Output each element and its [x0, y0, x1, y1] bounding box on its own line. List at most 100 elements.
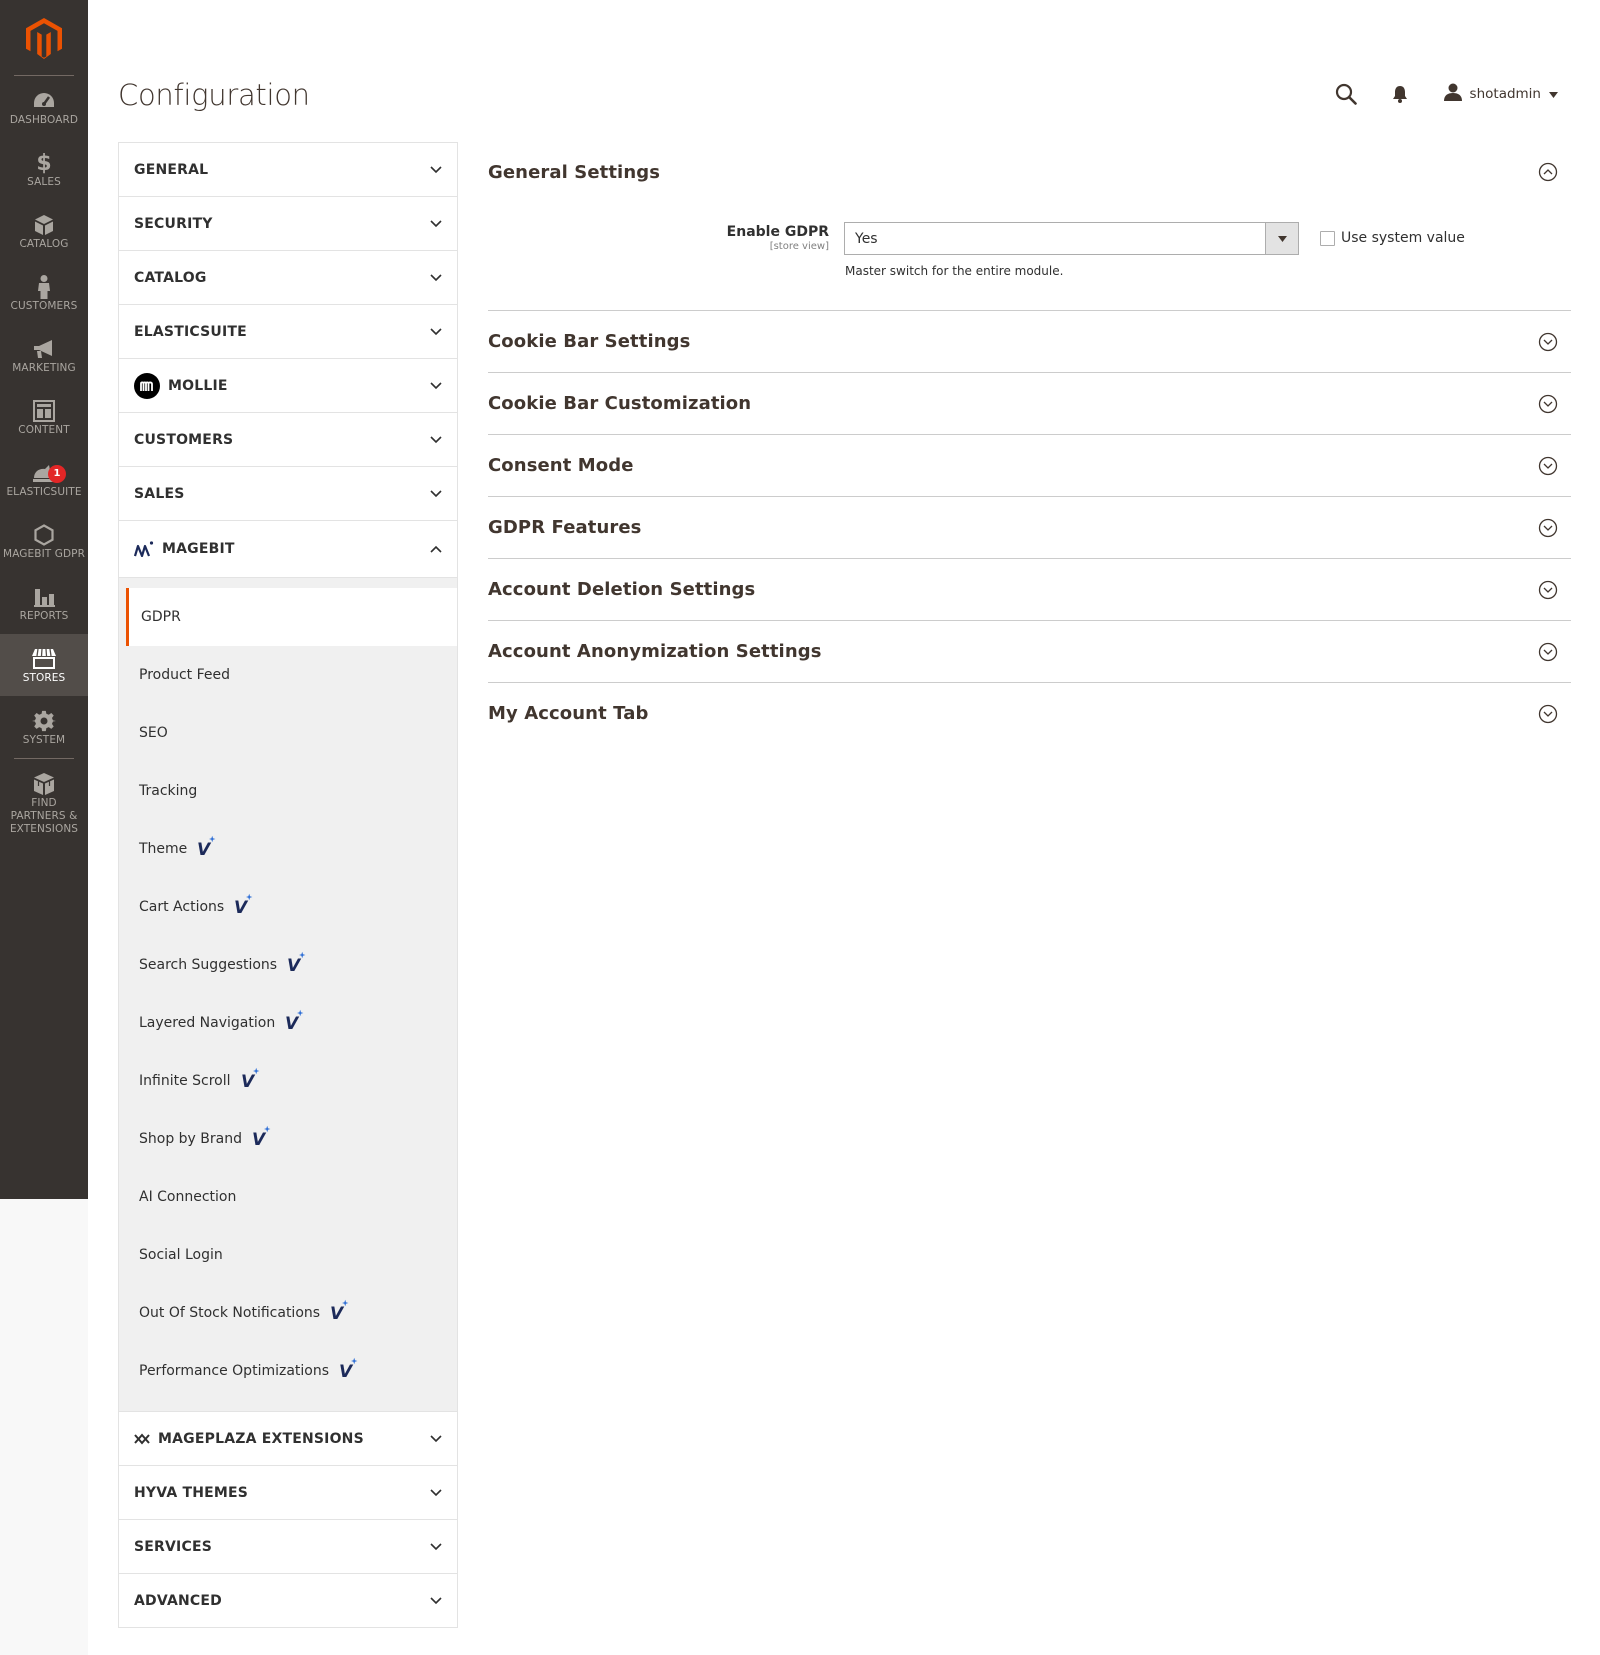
- menu-item-catalog[interactable]: CATALOG: [0, 200, 88, 262]
- tab-hyva-themes[interactable]: HYVA THEMES: [119, 1466, 457, 1519]
- chevron-down-icon: [429, 217, 443, 231]
- menu-item-label: CUSTOMERS: [10, 300, 78, 312]
- svg-text:V: V: [339, 1362, 354, 1379]
- tab-advanced[interactable]: ADVANCED: [119, 1574, 457, 1627]
- enable-gdpr-select[interactable]: Yes: [844, 222, 1299, 255]
- tab-group-mollie: MOLLIE: [118, 359, 458, 413]
- section-header[interactable]: GDPR Features: [488, 497, 1571, 558]
- tab-label: ELASTICSUITE: [134, 323, 247, 340]
- section-title: Account Anonymization Settings: [488, 641, 822, 662]
- tab-mageplaza-extensions[interactable]: MAGEPLAZA EXTENSIONS: [119, 1412, 457, 1465]
- subtab-theme[interactable]: Theme V: [119, 820, 457, 878]
- chevron-down-icon: [429, 379, 443, 393]
- tab-customers[interactable]: CUSTOMERS: [119, 413, 457, 466]
- subtab-cart-actions[interactable]: Cart Actions V: [119, 878, 457, 936]
- bar-chart-icon: [0, 585, 88, 609]
- section-title: Account Deletion Settings: [488, 579, 756, 600]
- megaphone-icon: [0, 337, 88, 361]
- tab-services[interactable]: SERVICES: [119, 1520, 457, 1573]
- tab-magebit[interactable]: MAGEBIT: [119, 521, 457, 578]
- subtab-gdpr[interactable]: GDPR: [126, 588, 457, 646]
- menu-item-customers[interactable]: CUSTOMERS: [0, 262, 88, 324]
- search-icon[interactable]: [1328, 78, 1364, 110]
- tab-catalog[interactable]: CATALOG: [119, 251, 457, 304]
- chevron-down-icon: [429, 163, 443, 177]
- mollie-logo-icon: [134, 372, 160, 399]
- bell-icon[interactable]: [1382, 78, 1418, 110]
- chevron-down-icon: [429, 433, 443, 447]
- section-header-general-settings[interactable]: General Settings: [488, 142, 1571, 202]
- tab-security[interactable]: SECURITY: [119, 197, 457, 250]
- magento-logo-icon[interactable]: [0, 0, 88, 75]
- vendor-mark-icon: V: [285, 1009, 305, 1031]
- tab-group-hyva: HYVA THEMES: [118, 1466, 458, 1520]
- dollar-icon: $: [36, 150, 52, 176]
- section-header[interactable]: My Account Tab: [488, 683, 1571, 744]
- subtab-shop-by-brand[interactable]: Shop by Brand V: [119, 1110, 457, 1168]
- expand-down-icon[interactable]: [1538, 394, 1558, 414]
- subtab-layered-navigation[interactable]: Layered Navigation V: [119, 994, 457, 1052]
- section-header[interactable]: Account Anonymization Settings: [488, 621, 1571, 682]
- use-system-value-checkbox[interactable]: Use system value: [1320, 230, 1465, 246]
- collapse-up-icon[interactable]: [1538, 162, 1558, 182]
- subtab-ai-connection[interactable]: AI Connection: [119, 1168, 457, 1226]
- subtab-out-of-stock-notifications[interactable]: Out Of Stock Notifications V: [119, 1284, 457, 1342]
- expand-down-icon[interactable]: [1538, 704, 1558, 724]
- chevron-down-icon: [429, 271, 443, 285]
- expand-down-icon[interactable]: [1538, 456, 1558, 476]
- menu-item-dashboard[interactable]: DASHBOARD: [0, 76, 88, 138]
- tab-mollie[interactable]: MOLLIE: [119, 359, 457, 412]
- menu-item-find-partners[interactable]: FIND PARTNERS & EXTENSIONS: [0, 759, 88, 839]
- checkbox-icon[interactable]: [1320, 230, 1335, 246]
- tab-elasticsuite[interactable]: ELASTICSUITE: [119, 305, 457, 358]
- vendor-mark-icon: V: [234, 893, 254, 915]
- tab-label: MOLLIE: [168, 377, 228, 394]
- section-header[interactable]: Cookie Bar Customization: [488, 373, 1571, 434]
- menu-item-label: MAGEBIT GDPR: [3, 548, 85, 560]
- menu-item-stores[interactable]: STORES: [0, 634, 88, 696]
- menu-item-sales[interactable]: $ SALES: [0, 138, 88, 200]
- menu-item-content[interactable]: CONTENT: [0, 386, 88, 448]
- expand-down-icon[interactable]: [1538, 332, 1558, 352]
- subtab-label: SEO: [139, 725, 168, 741]
- subtab-search-suggestions[interactable]: Search Suggestions V: [119, 936, 457, 994]
- menu-item-label: MARKETING: [12, 362, 76, 374]
- menu-item-label: ELASTICSUITE: [6, 486, 82, 498]
- tab-label: HYVA THEMES: [134, 1484, 249, 1501]
- subtab-tracking[interactable]: Tracking: [119, 762, 457, 820]
- vendor-mark-icon: V: [339, 1357, 359, 1379]
- expand-down-icon[interactable]: [1538, 642, 1558, 662]
- subtab-label: Product Feed: [139, 667, 231, 683]
- dropdown-arrow-icon[interactable]: [1265, 223, 1298, 254]
- tab-group-catalog: CATALOG: [118, 251, 458, 305]
- menu-item-elasticsuite[interactable]: 1 ELASTICSUITE: [0, 448, 88, 510]
- menu-item-system[interactable]: SYSTEM: [0, 696, 88, 758]
- expand-down-icon[interactable]: [1538, 580, 1558, 600]
- tab-sales[interactable]: SALES: [119, 467, 457, 520]
- subtab-seo[interactable]: SEO: [119, 704, 457, 762]
- subtab-social-login[interactable]: Social Login: [119, 1226, 457, 1284]
- subtab-product-feed[interactable]: Product Feed: [119, 646, 457, 704]
- subtab-label: Layered Navigation: [139, 1015, 276, 1031]
- store-icon: [0, 647, 88, 671]
- expand-down-icon[interactable]: [1538, 518, 1558, 538]
- section-header[interactable]: Cookie Bar Settings: [488, 311, 1571, 372]
- menu-item-reports[interactable]: REPORTS: [0, 572, 88, 634]
- tab-label: SALES: [134, 485, 185, 502]
- section-header[interactable]: Account Deletion Settings: [488, 559, 1571, 620]
- subtab-performance-optimizations[interactable]: Performance Optimizations V: [119, 1342, 457, 1400]
- vendor-mark-icon: V: [330, 1299, 350, 1321]
- tab-group-general: GENERAL: [118, 142, 458, 197]
- menu-item-magebit-gdpr[interactable]: MAGEBIT GDPR: [0, 510, 88, 572]
- user-icon: [1443, 83, 1462, 105]
- tab-general[interactable]: GENERAL: [119, 143, 457, 196]
- menu-item-marketing[interactable]: MARKETING: [0, 324, 88, 386]
- user-menu[interactable]: shotadmin: [1443, 83, 1558, 105]
- svg-text:V: V: [234, 898, 249, 915]
- tab-group-elasticsuite: ELASTICSUITE: [118, 305, 458, 359]
- section-header[interactable]: Consent Mode: [488, 435, 1571, 496]
- svg-text:V: V: [287, 956, 302, 973]
- subtab-infinite-scroll[interactable]: Infinite Scroll V: [119, 1052, 457, 1110]
- vendor-mark-icon: V: [241, 1067, 261, 1089]
- section-account-anonymization: Account Anonymization Settings: [488, 621, 1571, 683]
